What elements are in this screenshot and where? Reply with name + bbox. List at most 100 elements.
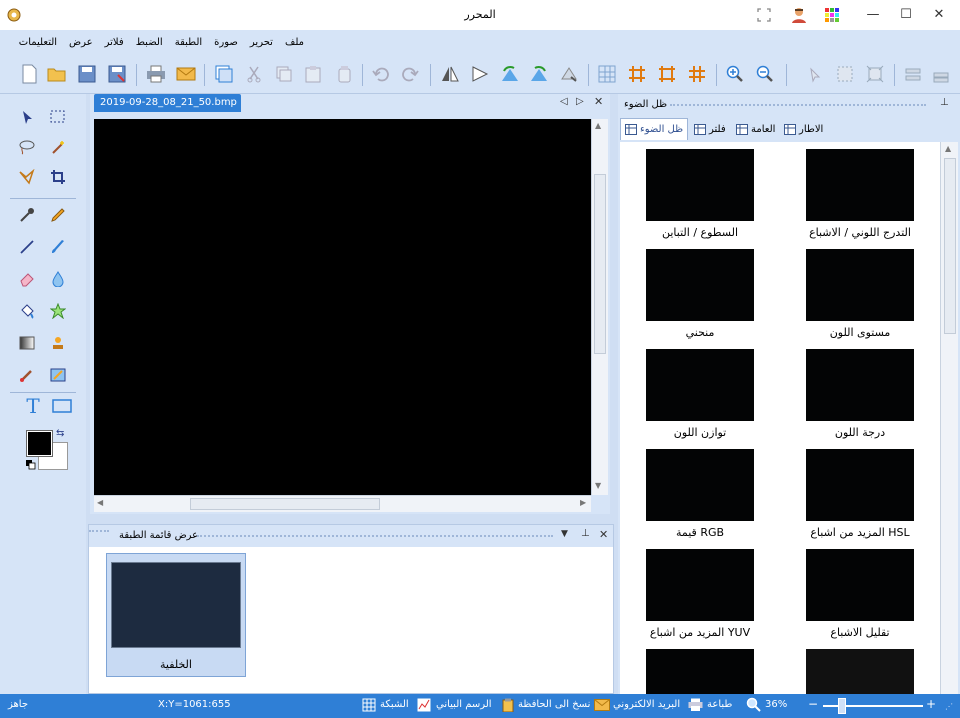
filter-label[interactable]: مستوى اللون	[790, 326, 930, 339]
filter-label[interactable]: تقليل الاشباع	[790, 626, 930, 639]
swap-colors-icon[interactable]: ⇆	[56, 428, 68, 440]
vertical-scrollbar[interactable]: ▲ ▼	[591, 119, 608, 495]
menu-help[interactable]: التعليمات	[13, 30, 63, 56]
filter-label[interactable]: التدرج اللوني / الاشباع	[790, 226, 930, 239]
filter-thumbnail[interactable]	[646, 549, 754, 621]
menu-view[interactable]: عرض	[63, 30, 99, 56]
pencil-tool-icon[interactable]	[47, 204, 69, 226]
crop-selection-icon[interactable]	[834, 63, 856, 85]
brush-tool-icon[interactable]	[47, 236, 69, 258]
color-palette-icon[interactable]	[824, 7, 840, 23]
paste-new-icon[interactable]	[333, 63, 355, 85]
rotate-free-icon[interactable]	[558, 63, 580, 85]
image-brush-tool-icon[interactable]	[47, 364, 69, 386]
rect-select-tool-icon[interactable]	[47, 106, 69, 128]
maximize-button[interactable]: ☐	[889, 0, 923, 30]
filter-thumbnail[interactable]	[646, 349, 754, 421]
rotate-left-icon[interactable]	[499, 63, 521, 85]
layer-item[interactable]: الخلفية	[106, 553, 246, 677]
gallery-scroll-thumb[interactable]	[944, 158, 956, 334]
filter-thumbnail[interactable]	[646, 449, 754, 521]
scroll-up-icon[interactable]: ▲	[945, 144, 951, 153]
filter-thumbnail[interactable]	[646, 149, 754, 221]
rectangle-tool-icon[interactable]	[51, 395, 73, 417]
horizontal-scroll-thumb[interactable]	[190, 498, 380, 510]
blur-drop-tool-icon[interactable]	[47, 268, 69, 290]
menu-layer[interactable]: الطبقة	[169, 30, 208, 56]
zoom-slider-thumb[interactable]	[838, 698, 847, 714]
scroll-left-icon[interactable]: ◀	[97, 498, 103, 507]
menu-adjust[interactable]: الضبط	[130, 30, 169, 56]
save-icon[interactable]	[76, 63, 98, 85]
scroll-down-icon[interactable]: ▼	[595, 481, 601, 490]
eraser-tool-icon[interactable]	[16, 268, 38, 290]
copy-icon[interactable]	[273, 63, 295, 85]
filter-thumbnail[interactable]	[806, 349, 914, 421]
filter-label[interactable]: RGB قيمة	[630, 526, 770, 539]
grid-orange-icon[interactable]	[626, 63, 648, 85]
chart-status-icon[interactable]	[417, 698, 431, 712]
line-tool-icon[interactable]	[16, 236, 38, 258]
user-avatar-icon[interactable]	[790, 6, 808, 24]
menu-image[interactable]: صورة	[208, 30, 244, 56]
select-arrow-icon[interactable]	[803, 63, 825, 85]
cut-icon[interactable]	[243, 63, 265, 85]
open-folder-icon[interactable]	[46, 63, 68, 85]
pin-icon[interactable]: ⊥	[581, 528, 590, 539]
flip-vertical-icon[interactable]	[469, 63, 491, 85]
tab-frame[interactable]: الاطار	[784, 120, 830, 138]
scroll-up-icon[interactable]: ▲	[595, 121, 601, 130]
fill-bucket-tool-icon[interactable]	[16, 300, 38, 322]
scroll-right-icon[interactable]: ▶	[580, 498, 586, 507]
text-tool-icon[interactable]: T	[22, 394, 44, 418]
email-status-icon[interactable]	[594, 699, 610, 711]
pointer-tool-icon[interactable]	[16, 106, 38, 128]
close-button[interactable]: ✕	[922, 0, 956, 30]
document-tab[interactable]: 2019-09-28_08_21_50.bmp	[94, 94, 241, 112]
tab-light-shadow[interactable]: ظل الضوء	[620, 118, 688, 140]
tab-general[interactable]: العامة	[736, 120, 782, 138]
filter-thumbnail[interactable]	[646, 249, 754, 321]
print-status-icon[interactable]	[688, 698, 703, 712]
gradient-tool-icon[interactable]	[16, 332, 38, 354]
eyedropper-tool-icon[interactable]	[16, 204, 38, 226]
color-brush-tool-icon[interactable]	[16, 364, 38, 386]
filter-label[interactable]: منحني	[630, 326, 770, 339]
crop-tool-icon[interactable]	[47, 166, 69, 188]
document-close-button[interactable]: ✕	[594, 95, 603, 108]
filter-thumbnail[interactable]	[806, 249, 914, 321]
undo-icon[interactable]	[370, 63, 392, 85]
filter-thumbnail[interactable]	[806, 649, 914, 694]
tab-prev-button[interactable]: ◁	[560, 96, 568, 107]
zoom-in-icon[interactable]	[724, 63, 746, 85]
new-file-icon[interactable]	[18, 63, 40, 85]
flip-horizontal-icon[interactable]	[439, 63, 461, 85]
filter-thumbnail[interactable]	[646, 649, 754, 694]
vertical-scroll-thumb[interactable]	[594, 174, 606, 354]
lasso-tool-icon[interactable]	[16, 136, 38, 158]
tab-next-button[interactable]: ▷	[576, 96, 584, 107]
frame-icon[interactable]	[656, 63, 678, 85]
filter-label[interactable]: توازن اللون	[630, 426, 770, 439]
zoom-out-icon[interactable]	[754, 63, 776, 85]
filter-label[interactable]: درجة اللون	[790, 426, 930, 439]
print-button[interactable]: طباعة	[707, 699, 732, 710]
copy-to-clipboard-button[interactable]: نسخ الى الحافظة	[518, 699, 590, 710]
paste-icon[interactable]	[302, 63, 324, 85]
fullscreen-icon[interactable]	[756, 7, 772, 23]
clone-stamp-tool-icon[interactable]	[47, 332, 69, 354]
grid-icon[interactable]	[596, 63, 618, 85]
filter-thumbnail[interactable]	[806, 549, 914, 621]
redo-icon[interactable]	[399, 63, 421, 85]
reset-colors-icon[interactable]	[26, 460, 36, 470]
resize-grip[interactable]: ⋰	[945, 702, 953, 711]
zoom-plus-button[interactable]: +	[926, 697, 936, 711]
grid-status-icon[interactable]	[362, 698, 376, 712]
zoom-status-icon[interactable]	[746, 697, 761, 712]
grid-toggle[interactable]: الشبكة	[380, 699, 409, 710]
polygon-lasso-tool-icon[interactable]	[16, 166, 38, 188]
filter-label[interactable]: HSL المزيد من اشباع	[790, 526, 930, 539]
copy-canvas-icon[interactable]	[213, 63, 235, 85]
recolor-tool-icon[interactable]	[47, 300, 69, 322]
align-top-icon[interactable]	[902, 63, 924, 85]
